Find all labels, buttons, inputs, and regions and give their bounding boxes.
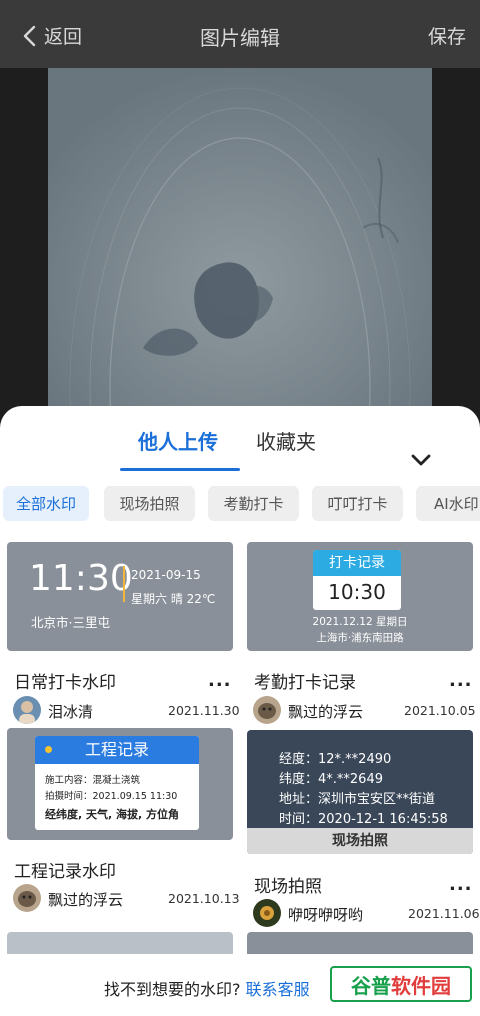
category-chips: 全部水印 现场拍照 考勤打卡 叮叮打卡 AI水印 xyxy=(0,486,480,522)
site-time: 时间：2020-12-1 16:45:58 xyxy=(279,812,448,827)
page-title: 图片编辑 xyxy=(200,26,280,50)
preview-weather: 星期六 晴 22℃ xyxy=(131,592,216,606)
punch-box: 打卡记录 10:30 xyxy=(313,550,401,610)
footer-prompt: 找不到想要的水印? xyxy=(104,980,241,999)
avatar[interactable] xyxy=(253,899,281,927)
avatar[interactable] xyxy=(13,696,41,724)
watermark-preview-site[interactable]: 经度：12*.**2490 纬度：4*.**2649 地址：深圳市宝安区**街道… xyxy=(247,730,473,854)
upload-date: 2021.11.30 xyxy=(168,703,240,718)
top-bar: 返回 图片编辑 保存 xyxy=(0,0,480,68)
engineering-header: 工程记录 xyxy=(35,736,199,764)
tab-bar: 他人上传 收藏夹 xyxy=(0,426,480,466)
engineering-fields: 经纬度, 天气, 海拔, 方位角 xyxy=(45,808,180,821)
upload-date: 2021.10.13 xyxy=(168,891,240,906)
engineering-box: 工程记录 施工内容：混凝土浇筑 拍摄时间：2021.09.15 11:30 经纬… xyxy=(35,736,199,830)
save-button[interactable]: 保存 xyxy=(428,22,466,49)
more-options-button[interactable]: ... xyxy=(208,670,232,691)
tab-others-uploads[interactable]: 他人上传 xyxy=(138,426,218,455)
chip-site-photo[interactable]: 现场拍照 xyxy=(104,486,195,521)
card-name: 工程记录水印 xyxy=(14,862,116,882)
photo-image xyxy=(48,68,432,428)
active-tab-indicator xyxy=(120,468,240,471)
uploader-name[interactable]: 飘过的浮云 xyxy=(48,889,123,910)
engineering-time: 拍摄时间：2021.09.15 11:30 xyxy=(45,791,178,802)
upload-date: 2021.10.05 xyxy=(404,703,476,718)
punch-address: 上海市·浦东南田路 xyxy=(316,632,404,644)
watermark-preview-attendance[interactable]: 打卡记录 10:30 2021.12.12 星期日 上海市·浦东南田路 xyxy=(247,542,473,651)
watermark-preview-daily[interactable]: 11:30 2021-09-15 星期六 晴 22℃ 北京市·三里屯 xyxy=(7,542,233,651)
avatar[interactable] xyxy=(253,696,281,724)
watermark-part1: 谷普 xyxy=(351,973,391,998)
site-longitude: 经度：12*.**2490 xyxy=(279,752,392,767)
contact-support-link[interactable]: 联系客服 xyxy=(246,980,310,999)
preview-time: 11:30 xyxy=(29,558,133,599)
site-footer: 现场拍照 xyxy=(247,828,473,854)
chip-dingding[interactable]: 叮叮打卡 xyxy=(312,486,403,521)
watermark-part2: 软件园 xyxy=(391,973,451,998)
preview-divider xyxy=(123,566,125,602)
status-dot xyxy=(45,746,52,753)
preview-location: 北京市·三里屯 xyxy=(31,615,110,630)
watermark-preview-engineering[interactable]: 工程记录 施工内容：混凝土浇筑 拍摄时间：2021.09.15 11:30 经纬… xyxy=(7,728,233,840)
chip-ai[interactable]: AI水印 xyxy=(416,486,480,521)
tab-favorites[interactable]: 收藏夹 xyxy=(256,426,316,455)
punch-date: 2021.12.12 星期日 xyxy=(312,616,408,628)
card-name: 日常打卡水印 xyxy=(14,673,116,693)
site-latitude: 纬度：4*.**2649 xyxy=(279,772,383,787)
punch-time: 10:30 xyxy=(328,580,386,604)
card-name: 考勤打卡记录 xyxy=(254,673,356,693)
chip-attendance[interactable]: 考勤打卡 xyxy=(208,486,299,521)
photo-preview[interactable] xyxy=(48,68,432,428)
more-options-button[interactable]: ... xyxy=(449,670,473,691)
card-name: 现场拍照 xyxy=(254,877,322,897)
upload-date: 2021.11.06 xyxy=(408,906,480,921)
site-watermark-logo: 谷普 软件园 xyxy=(330,966,472,1002)
more-options-button[interactable]: ... xyxy=(449,874,473,895)
chevron-down-icon[interactable] xyxy=(410,452,432,468)
punch-header: 打卡记录 xyxy=(313,550,401,576)
footer-text: 找不到想要的水印? 联系客服 xyxy=(104,976,310,1000)
avatar[interactable] xyxy=(13,884,41,912)
engineering-content: 施工内容：混凝土浇筑 xyxy=(45,775,141,786)
preview-date: 2021-09-15 xyxy=(131,568,201,582)
chip-all[interactable]: 全部水印 xyxy=(3,486,89,521)
uploader-name[interactable]: 泪冰清 xyxy=(48,701,93,722)
site-address: 地址：深圳市宝安区**街道 xyxy=(279,792,436,807)
uploader-name[interactable]: 飘过的浮云 xyxy=(288,701,363,722)
uploader-name[interactable]: 咿呀咿呀哟 xyxy=(288,904,363,925)
